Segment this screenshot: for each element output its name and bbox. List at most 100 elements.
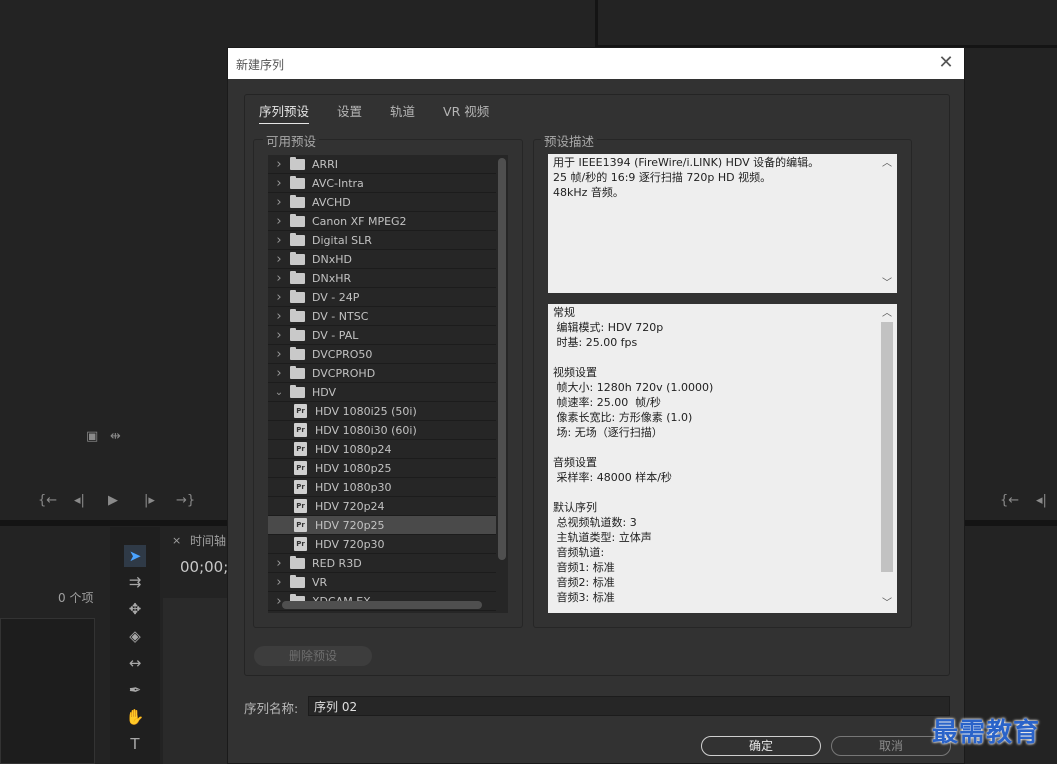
details-scroll-down-icon[interactable]: ﹀ (882, 596, 892, 611)
go-to-out-icon[interactable]: →} (176, 494, 195, 507)
selection-tool-icon[interactable]: ➤ (124, 545, 146, 567)
mark-in-right-icon[interactable]: {← (1000, 494, 1019, 507)
razor-tool-icon[interactable]: ◈ (124, 625, 146, 647)
chevron-right-icon[interactable]: › (268, 271, 290, 286)
tree-vertical-scrollbar[interactable] (498, 158, 506, 560)
preset-item-row[interactable]: Pr HDV 1080p30 (268, 478, 496, 497)
detail-line: 总视频轨道数: 3 (553, 516, 637, 529)
tab-sequence-presets[interactable]: 序列预设 (259, 101, 310, 124)
ripple-edit-tool-icon[interactable]: ✥ (124, 598, 146, 620)
chevron-right-icon[interactable]: › (268, 233, 290, 248)
preset-folder-row[interactable]: › VR (268, 573, 496, 592)
tab-tracks[interactable]: 轨道 (390, 101, 415, 124)
detail-line: 时基: 25.00 fps (553, 336, 638, 349)
step-back-right-icon[interactable]: ◂| (1036, 494, 1047, 507)
hand-tool-icon[interactable]: ✋ (124, 706, 146, 728)
item-count: 0 个项 (58, 591, 94, 605)
preset-folder-row[interactable]: › RED R3D (268, 554, 496, 573)
summary-scroll-down-icon[interactable]: ﹀ (882, 276, 892, 291)
chevron-right-icon[interactable]: › (268, 157, 290, 172)
preset-tree[interactable]: ›XDCAM EX›VR›RED R3DPrHDV 720p30PrHDV 72… (268, 155, 508, 613)
preset-folder-row[interactable]: › DNxHR (268, 269, 496, 288)
chevron-right-icon[interactable]: › (268, 347, 290, 362)
preset-summary: 用于 IEEE1394 (FireWire/i.LINK) HDV 设备的编辑。… (548, 154, 897, 293)
preset-folder-row[interactable]: › DVCPROHD (268, 364, 496, 383)
track-select-tool-icon[interactable]: ⇉ (124, 571, 146, 593)
preset-folder-row[interactable]: › AVC-Intra (268, 174, 496, 193)
detail-line (553, 440, 892, 455)
sequence-name-label: 序列名称: (244, 701, 299, 716)
mark-in-icon[interactable]: {← (38, 494, 57, 507)
folder-icon (290, 156, 305, 170)
slip-tool-icon[interactable]: ↔ (124, 652, 146, 674)
dialog-titlebar[interactable]: 新建序列 ✕ (228, 48, 964, 79)
play-icon[interactable]: ▶ (108, 494, 118, 507)
chevron-right-icon[interactable]: › (268, 290, 290, 305)
detail-line (553, 485, 892, 500)
chevron-right-icon[interactable]: › (268, 309, 290, 324)
preset-details: 常规 编辑模式: HDV 720p 时基: 25.00 fps 视频设置 帧大小:… (548, 304, 897, 613)
detail-line: 视频设置 (553, 366, 597, 379)
preset-folder-row[interactable]: › Canon XF MPEG2 (268, 212, 496, 231)
step-forward-icon[interactable]: |▸ (144, 494, 155, 507)
timeline-tab[interactable]: 时间轴 (190, 532, 226, 549)
tree-horizontal-scrollbar[interactable] (282, 601, 482, 609)
folder-icon (290, 365, 305, 379)
preset-folder-row[interactable]: › DV - PAL (268, 326, 496, 345)
preset-folder-row[interactable]: › DNxHD (268, 250, 496, 269)
premiere-preset-icon: Pr (294, 461, 307, 475)
preset-folder-row[interactable]: › Digital SLR (268, 231, 496, 250)
preset-item-row[interactable]: Pr HDV 1080i25 (50i) (268, 402, 496, 421)
preset-folder-row[interactable]: › ARRI (268, 155, 496, 174)
chevron-right-icon[interactable]: › (268, 575, 290, 590)
safe-margins-icon[interactable]: ▣ (86, 430, 98, 443)
chevron-right-icon[interactable]: › (268, 366, 290, 381)
chevron-right-icon[interactable]: › (268, 176, 290, 191)
preset-item-row[interactable]: Pr HDV 1080p24 (268, 440, 496, 459)
chevron-right-icon[interactable]: › (268, 252, 290, 267)
preset-folder-row[interactable]: ⌄ HDV (268, 383, 496, 402)
preset-item-row[interactable]: Pr HDV 720p24 (268, 497, 496, 516)
detail-line: 采样率: 48000 样本/秒 (553, 471, 672, 484)
preset-folder-row[interactable]: › DVCPRO50 (268, 345, 496, 364)
details-scroll-up-icon[interactable]: ︿ (882, 306, 892, 321)
summary-scroll-up-icon[interactable]: ︿ (882, 156, 892, 171)
chevron-right-icon[interactable]: › (268, 556, 290, 571)
preset-label: HDV (312, 385, 337, 399)
preset-label: AVC-Intra (312, 176, 364, 190)
preset-folder-row[interactable]: › DV - NTSC (268, 307, 496, 326)
tab-vr-video[interactable]: VR 视频 (443, 101, 489, 124)
ok-button[interactable]: 确定 (701, 736, 821, 756)
chevron-right-icon[interactable]: › (268, 195, 290, 210)
summary-line: 48kHz 音频。 (553, 186, 624, 199)
export-frame-icon[interactable]: ⇹ (110, 430, 121, 443)
preset-item-row[interactable]: Pr HDV 1080p25 (268, 459, 496, 478)
timeline-close-icon[interactable]: × (172, 534, 181, 547)
timeline-tracks (163, 598, 227, 764)
close-icon[interactable]: ✕ (936, 53, 956, 73)
chevron-right-icon[interactable]: › (268, 214, 290, 229)
chevron-right-icon[interactable]: › (268, 328, 290, 343)
preset-label: DNxHD (312, 252, 352, 266)
preset-folder-row[interactable]: › DV - 24P (268, 288, 496, 307)
chevron-down-icon[interactable]: ⌄ (268, 387, 290, 398)
preset-label: DNxHR (312, 271, 352, 285)
delete-preset-button[interactable]: 删除预设 (254, 646, 372, 666)
detail-line: 帧大小: 1280h 720v (1.0000) (553, 381, 714, 394)
preset-folder-row[interactable]: › AVCHD (268, 193, 496, 212)
preset-label: HDV 1080i30 (60i) (315, 423, 417, 437)
preset-item-row[interactable]: Pr HDV 720p30 (268, 535, 496, 554)
type-tool-icon[interactable]: T (124, 733, 146, 755)
step-back-icon[interactable]: ◂| (74, 494, 85, 507)
details-scrollbar[interactable] (881, 322, 893, 572)
sequence-name-input[interactable] (308, 696, 950, 716)
premiere-preset-icon: Pr (294, 518, 307, 532)
premiere-preset-icon: Pr (294, 423, 307, 437)
pen-tool-icon[interactable]: ✒ (124, 679, 146, 701)
preset-item-row[interactable]: Pr HDV 1080i30 (60i) (268, 421, 496, 440)
preset-label: Digital SLR (312, 233, 372, 247)
preset-item-row[interactable]: Pr HDV 720p25 (268, 516, 496, 535)
timecode[interactable]: 00;00; (180, 558, 228, 576)
tab-settings[interactable]: 设置 (337, 101, 362, 124)
premiere-preset-icon: Pr (294, 480, 307, 494)
